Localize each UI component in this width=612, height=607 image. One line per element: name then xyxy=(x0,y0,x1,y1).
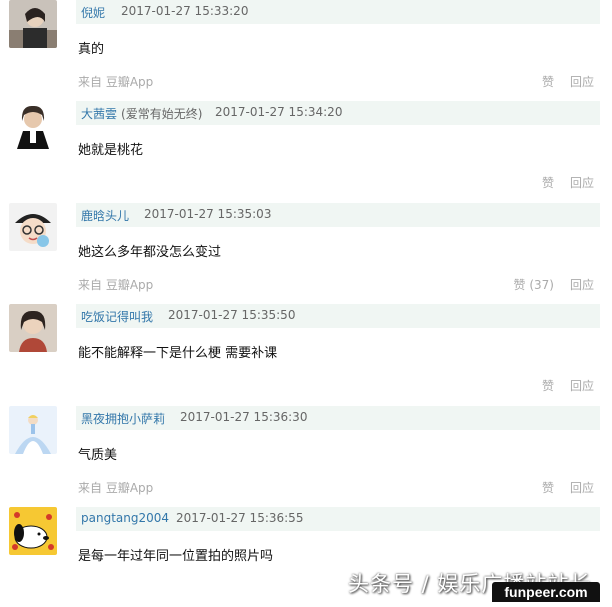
avatar[interactable] xyxy=(9,507,57,555)
comment-header: 大茜雲 (爱常有始无终) 2017-01-27 15:34:20 xyxy=(76,101,600,125)
source-label: 来自 豆瓣App xyxy=(78,75,154,89)
timestamp: 2017-01-27 15:36:30 xyxy=(180,410,308,424)
timestamp: 2017-01-27 15:35:03 xyxy=(144,207,272,221)
timestamp: 2017-01-27 15:34:20 xyxy=(215,105,343,119)
reply-button[interactable]: 回应 xyxy=(570,75,594,89)
reply-button[interactable]: 回应 xyxy=(570,176,594,190)
avatar[interactable] xyxy=(9,0,57,48)
avatar[interactable] xyxy=(9,406,57,454)
username-link[interactable]: 黑夜拥抱小萨莉 xyxy=(81,410,169,427)
timestamp: 2017-01-27 15:35:50 xyxy=(168,308,296,322)
comment-header: 鹿晗头儿 2017-01-27 15:35:03 xyxy=(76,203,600,227)
comment-text: 真的 xyxy=(78,42,105,57)
comment-header: 倪妮 2017-01-27 15:33:20 xyxy=(76,0,600,24)
like-button[interactable]: 赞 xyxy=(542,176,554,190)
comment-header: pangtang2004 2017-01-27 15:36:55 xyxy=(76,507,600,531)
comment-header: 吃饭记得叫我 2017-01-27 15:35:50 xyxy=(76,304,600,328)
avatar[interactable] xyxy=(9,304,57,352)
comment-text: 气质美 xyxy=(78,448,118,463)
username-link[interactable]: 鹿晗头儿 xyxy=(81,207,133,224)
source-label: 来自 豆瓣App xyxy=(78,278,154,292)
like-button[interactable]: 赞 (37) xyxy=(514,278,554,292)
comment-actions: 赞 (37) 回应 xyxy=(514,276,594,293)
comment-item: 鹿晗头儿 2017-01-27 15:35:03 她这么多年都没怎么变过 来自 … xyxy=(0,203,612,303)
comment-actions: 赞 回应 xyxy=(542,73,594,90)
like-button[interactable]: 赞 xyxy=(542,379,554,393)
comment-text: 她就是桃花 xyxy=(78,143,144,158)
comment-item: 倪妮 2017-01-27 15:33:20 真的 来自 豆瓣App 赞 回应 xyxy=(0,0,612,100)
comment-actions: 赞 回应 xyxy=(542,174,594,191)
site-badge: funpeer.com xyxy=(492,582,600,602)
comment-text: 她这么多年都没怎么变过 xyxy=(78,245,222,260)
source-label: 来自 豆瓣App xyxy=(78,481,154,495)
like-button[interactable]: 赞 xyxy=(542,75,554,89)
comment-actions: 赞 回应 xyxy=(542,479,594,496)
reply-button[interactable]: 回应 xyxy=(570,278,594,292)
username-link[interactable]: 大茜雲 (爱常有始无终) xyxy=(81,105,202,122)
avatar[interactable] xyxy=(9,101,57,149)
comment-text: 是每一年过年同一位置拍的照片吗 xyxy=(78,549,274,564)
comment-item: 黑夜拥抱小萨莉 2017-01-27 15:36:30 气质美 来自 豆瓣App… xyxy=(0,406,612,506)
reply-button[interactable]: 回应 xyxy=(570,379,594,393)
comment-item: 吃饭记得叫我 2017-01-27 15:35:50 能不能解释一下是什么梗 需… xyxy=(0,304,612,404)
comment-text: 能不能解释一下是什么梗 需要补课 xyxy=(78,346,278,361)
like-button[interactable]: 赞 xyxy=(542,481,554,495)
comment-item: 大茜雲 (爱常有始无终) 2017-01-27 15:34:20 她就是桃花 赞 回… xyxy=(0,101,612,201)
avatar[interactable] xyxy=(9,203,57,251)
user-note: (爱常有始无终) xyxy=(121,107,203,121)
reply-button[interactable]: 回应 xyxy=(570,481,594,495)
username-link[interactable]: pangtang2004 xyxy=(81,511,173,525)
comment-header: 黑夜拥抱小萨莉 2017-01-27 15:36:30 xyxy=(76,406,600,430)
timestamp: 2017-01-27 15:36:55 xyxy=(176,511,304,525)
timestamp: 2017-01-27 15:33:20 xyxy=(121,4,249,18)
comment-actions: 赞 回应 xyxy=(542,377,594,394)
username-link[interactable]: 倪妮 xyxy=(81,4,109,21)
username-link[interactable]: 吃饭记得叫我 xyxy=(81,308,157,325)
